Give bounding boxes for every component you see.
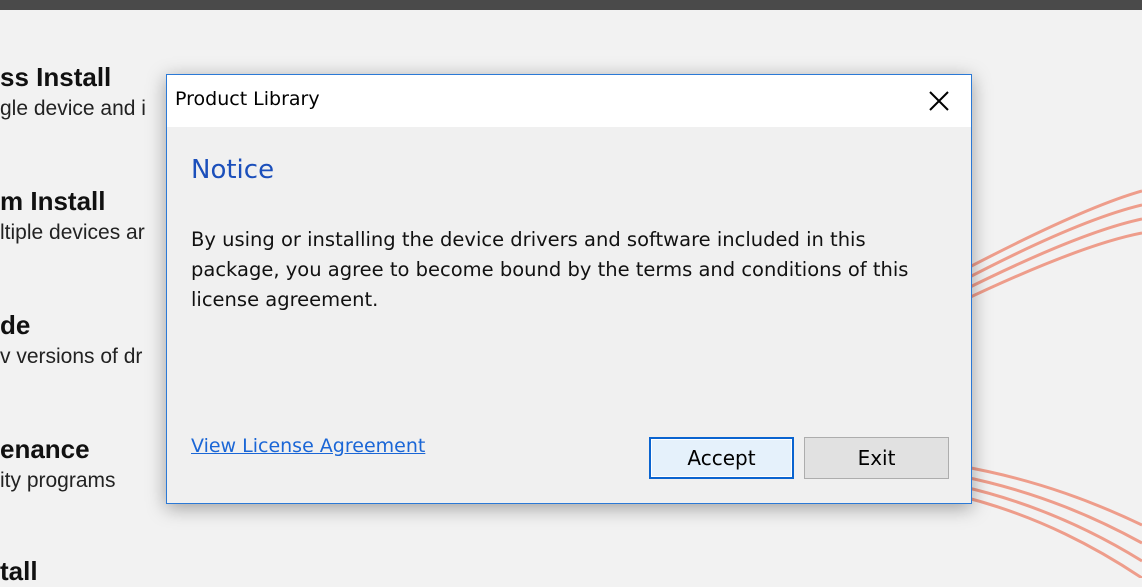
- dialog-title: Product Library: [175, 88, 320, 110]
- menu-item-upgrade-title[interactable]: de: [0, 310, 30, 341]
- notice-body-text: By using or installing the device driver…: [191, 228, 909, 311]
- menu-item-upgrade-desc: v versions of dr: [0, 345, 143, 368]
- product-library-dialog: Product Library Notice By using or insta…: [166, 74, 972, 504]
- menu-item-maintenance-title[interactable]: enance: [0, 434, 90, 465]
- accept-button[interactable]: Accept: [649, 437, 794, 479]
- menu-item-custom-install-desc: ltiple devices ar: [0, 221, 145, 244]
- exit-button[interactable]: Exit: [804, 437, 949, 479]
- menu-item-custom-install-title[interactable]: m Install: [0, 186, 105, 217]
- menu-item-uninstall-title[interactable]: tall: [0, 556, 38, 587]
- close-button[interactable]: [907, 75, 971, 127]
- view-license-link[interactable]: View License Agreement: [191, 435, 425, 457]
- close-icon: [929, 91, 949, 111]
- menu-item-express-install-desc: gle device and i: [0, 97, 146, 120]
- menu-item-maintenance-desc: ity programs: [0, 469, 116, 492]
- dialog-title-bar: Product Library: [167, 75, 971, 127]
- notice-heading: Notice: [191, 155, 275, 185]
- menu-item-express-install-title[interactable]: ss Install: [0, 62, 111, 93]
